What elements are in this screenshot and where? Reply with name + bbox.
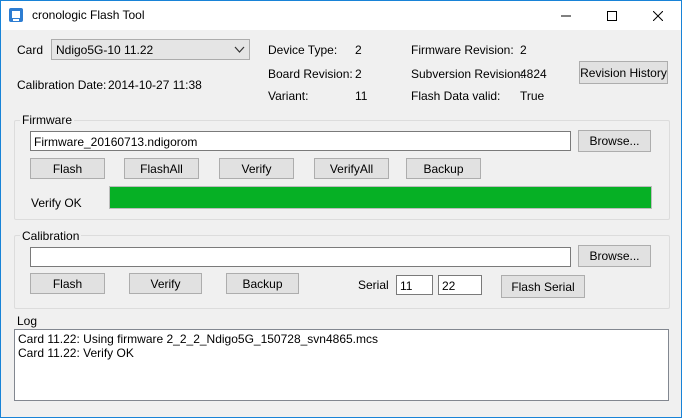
main-window: cronologic Flash Tool Card Ndigo5G-10 11… — [0, 0, 682, 418]
board-revision-label: Board Revision: — [268, 67, 353, 81]
firmware-status-text: Verify OK — [31, 196, 82, 210]
firmware-flash-button[interactable]: Flash — [30, 158, 105, 179]
serial-part1-input[interactable]: 11 — [396, 275, 433, 295]
device-type-label: Device Type: — [268, 43, 338, 57]
revision-history-button[interactable]: Revision History — [579, 61, 668, 84]
firmware-verify-all-button[interactable]: VerifyAll — [314, 158, 389, 179]
flash-serial-button[interactable]: Flash Serial — [501, 275, 585, 298]
calibration-file-input[interactable] — [30, 247, 571, 267]
window-title: cronologic Flash Tool — [32, 8, 145, 22]
calibration-flash-button[interactable]: Flash — [30, 273, 105, 294]
calibration-backup-button[interactable]: Backup — [226, 273, 299, 294]
log-line: Card 11.22: Verify OK — [18, 346, 134, 360]
calibration-date-value: 2014-10-27 11:38 — [108, 78, 202, 92]
card-select-value: Ndigo5G-10 11.22 — [56, 43, 154, 57]
firmware-verify-button[interactable]: Verify — [219, 158, 294, 179]
firmware-browse-button[interactable]: Browse... — [578, 130, 651, 152]
log-label: Log — [17, 314, 38, 328]
firmware-revision-label: Firmware Revision: — [411, 43, 514, 57]
subversion-revision-label: Subversion Revision: — [411, 67, 524, 81]
firmware-progress-bar — [109, 186, 652, 209]
chevron-down-icon — [234, 46, 245, 53]
calibration-verify-button[interactable]: Verify — [129, 273, 202, 294]
maximize-icon — [607, 10, 617, 21]
card-select[interactable]: Ndigo5G-10 11.22 — [51, 39, 250, 60]
variant-label: Variant: — [268, 89, 309, 103]
firmware-revision-value: 2 — [520, 43, 527, 57]
minimize-button[interactable] — [543, 1, 589, 30]
app-icon — [8, 7, 24, 23]
variant-value: 11 — [355, 89, 368, 103]
log-textbox[interactable]: Card 11.22: Using firmware 2_2_2_Ndigo5G… — [14, 329, 669, 401]
firmware-group-label: Firmware — [20, 113, 74, 127]
board-revision-value: 2 — [355, 67, 362, 81]
card-label: Card — [17, 43, 44, 57]
firmware-flash-all-button[interactable]: FlashAll — [124, 158, 199, 179]
device-type-value: 2 — [355, 43, 362, 57]
maximize-button[interactable] — [589, 1, 635, 30]
flash-data-valid-label: Flash Data valid: — [411, 89, 501, 103]
serial-label: Serial — [358, 278, 389, 292]
calibration-group-label: Calibration — [20, 229, 82, 243]
subversion-revision-value: 4824 — [520, 67, 547, 81]
calibration-date-label: Calibration Date: — [17, 78, 107, 92]
firmware-file-input[interactable]: Firmware_20160713.ndigorom — [30, 131, 571, 151]
log-line: Card 11.22: Using firmware 2_2_2_Ndigo5G… — [18, 332, 378, 346]
calibration-browse-button[interactable]: Browse... — [578, 245, 651, 267]
minimize-icon — [561, 15, 571, 16]
serial-part2-input[interactable]: 22 — [438, 275, 482, 295]
title-bar[interactable]: cronologic Flash Tool — [1, 1, 681, 30]
close-icon — [653, 10, 663, 21]
firmware-backup-button[interactable]: Backup — [406, 158, 481, 179]
firmware-progress-fill — [110, 187, 651, 208]
flash-data-valid-value: True — [520, 89, 545, 103]
close-button[interactable] — [635, 1, 681, 30]
